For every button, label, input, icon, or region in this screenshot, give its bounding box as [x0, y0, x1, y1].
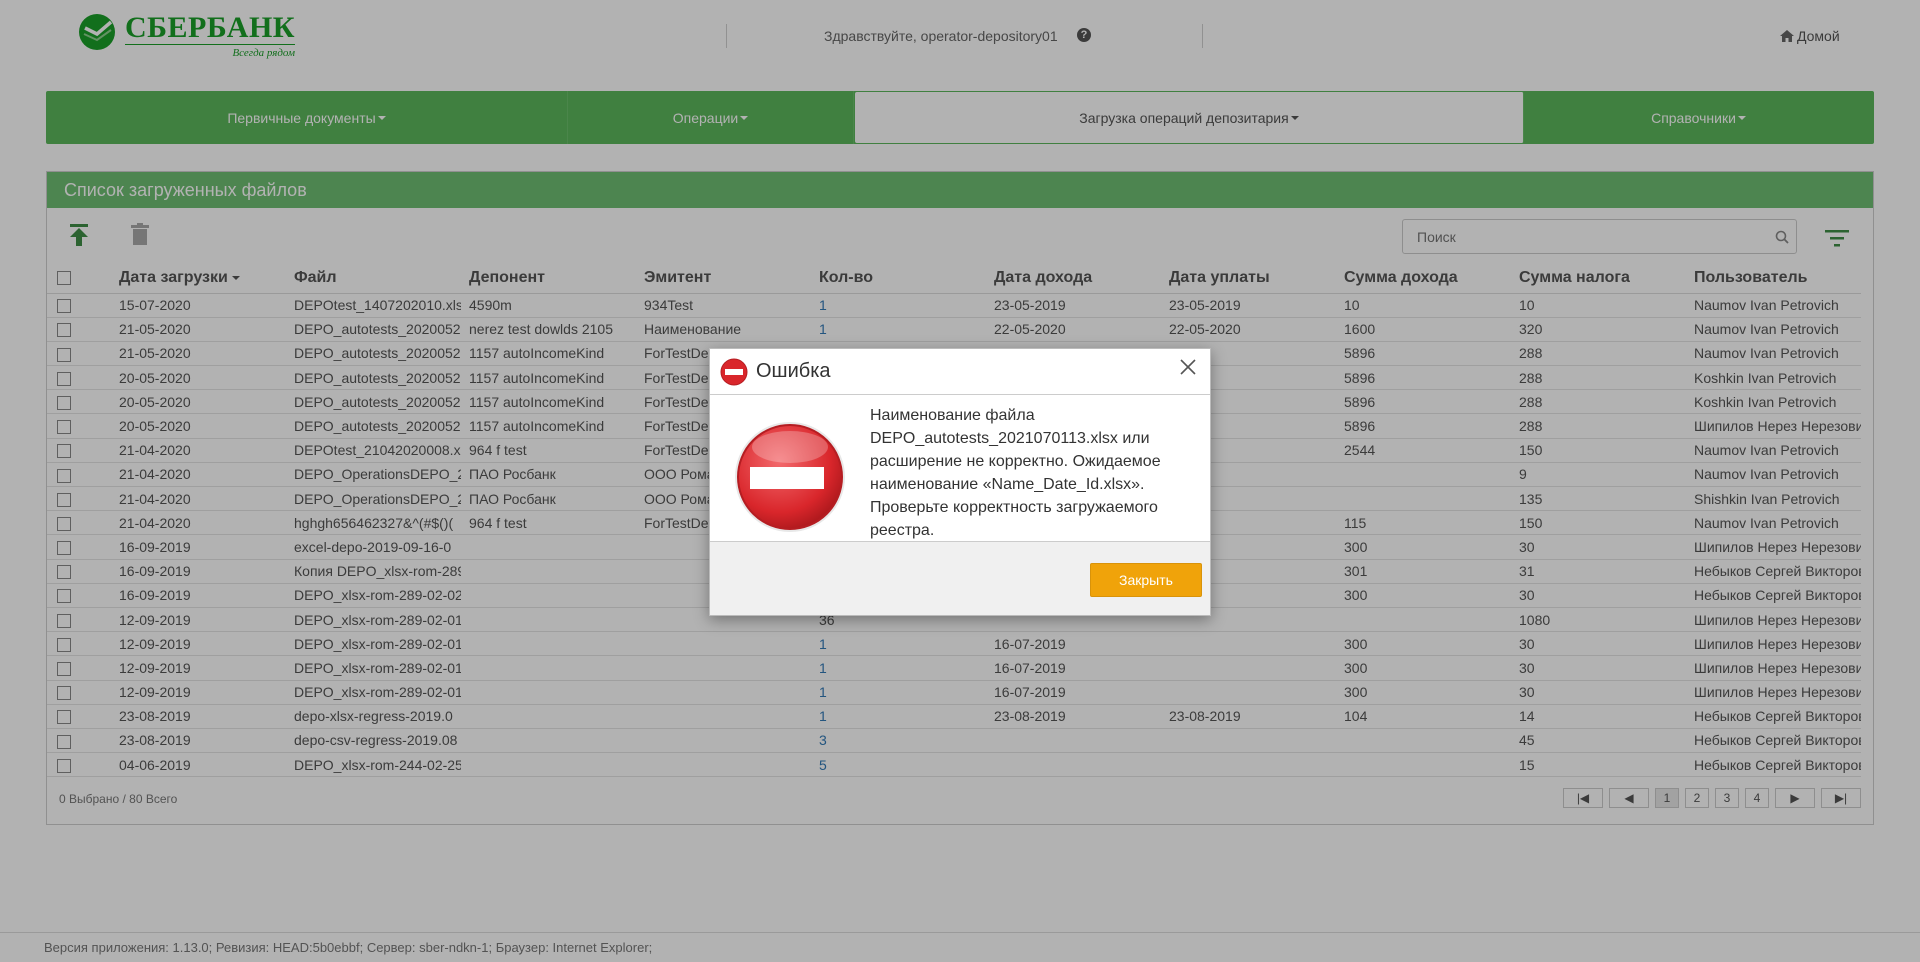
- close-button[interactable]: Закрыть: [1090, 563, 1202, 597]
- dialog-body: Наименование файла DEPO_autotests_202107…: [710, 395, 1210, 542]
- dialog-footer: Закрыть: [710, 542, 1210, 615]
- dialog-title: Ошибка: [756, 360, 831, 382]
- close-icon[interactable]: [1178, 357, 1198, 377]
- error-stop-icon: [720, 358, 748, 385]
- error-stop-icon: [735, 422, 845, 532]
- dialog-message: Наименование файла DEPO_autotests_202107…: [870, 407, 1161, 539]
- error-dialog: Ошибка Наименование файла DEPO_autotests…: [709, 348, 1211, 616]
- dialog-header: Ошибка: [710, 349, 1210, 395]
